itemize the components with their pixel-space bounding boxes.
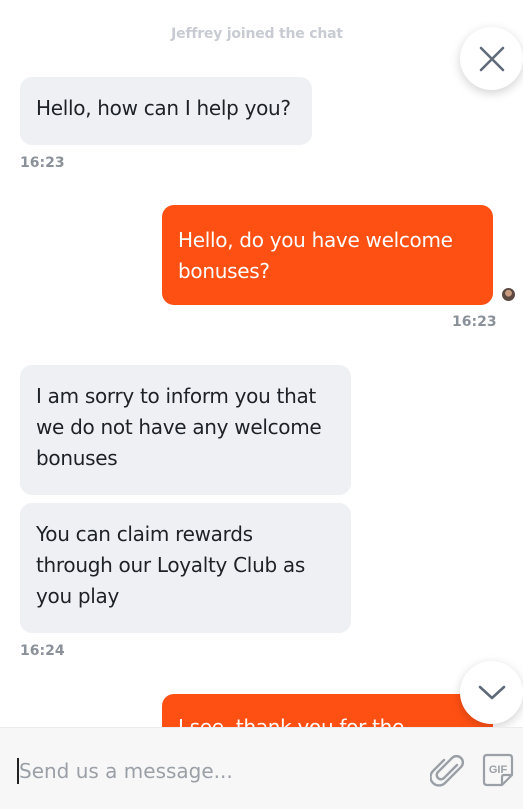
message-input[interactable]	[19, 752, 409, 790]
paperclip-icon	[429, 755, 464, 787]
message-timestamp: 16:23	[20, 155, 65, 171]
gif-icon: GIF	[482, 753, 514, 787]
gif-button[interactable]: GIF	[480, 752, 516, 790]
scroll-to-bottom-button[interactable]	[460, 661, 523, 724]
user-avatar	[502, 288, 515, 301]
agent-message: I am sorry to inform you that we do not …	[20, 365, 351, 495]
attach-file-button[interactable]	[429, 752, 466, 790]
agent-message: Hello, how can I help you?	[20, 77, 312, 145]
close-icon	[479, 46, 504, 71]
message-timestamp: 16:24	[20, 643, 65, 659]
close-button[interactable]	[460, 27, 523, 90]
message-timestamp: 16:23	[452, 314, 497, 330]
user-message: Hello, do you have welcome bonuses?	[162, 205, 493, 305]
chevron-down-icon	[478, 685, 505, 699]
system-message: Jeffrey joined the chat	[171, 26, 343, 42]
svg-text:GIF: GIF	[489, 764, 508, 776]
agent-message: You can claim rewards through our Loyalt…	[20, 503, 351, 633]
user-message: I see, thank you for the	[162, 694, 493, 727]
chat-transcript[interactable]: Jeffrey joined the chat Hello, how can I…	[0, 0, 523, 727]
